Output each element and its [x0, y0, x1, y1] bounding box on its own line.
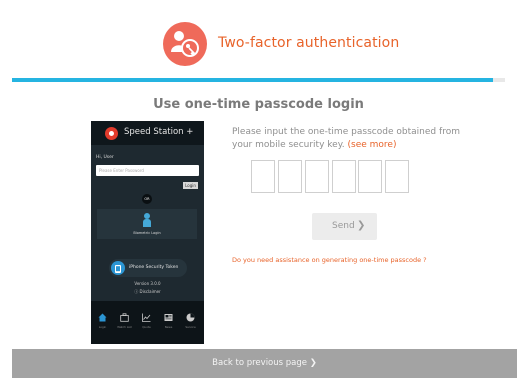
phone-tab-label: Watch List	[117, 325, 132, 329]
phone-disclaimer: ⓘ Disclaimer	[134, 289, 161, 294]
instruction-body: Please input the one-time passcode obtai…	[232, 127, 460, 150]
phone-tab-label: News	[164, 325, 173, 329]
phone-tab-label: Quote	[142, 325, 151, 329]
person-icon	[143, 213, 151, 227]
phone-app-header: Speed Station +	[91, 121, 204, 145]
instruction-text: Please input the one-time passcode obtai…	[232, 126, 460, 152]
passcode-digit-input[interactable]	[278, 160, 302, 193]
phone-tab: News	[158, 301, 179, 344]
user-key-icon	[163, 22, 207, 66]
progress-fill	[12, 78, 493, 82]
phone-tab-label: Login	[98, 325, 107, 329]
send-button[interactable]: Send ❯	[312, 213, 377, 240]
phone-tab: Login	[92, 301, 113, 344]
chevron-right-icon: ❯	[309, 358, 317, 368]
briefcase-icon	[120, 307, 129, 322]
passcode-digit-input[interactable]	[385, 160, 409, 193]
phone-app-name: Speed Station +	[124, 127, 194, 137]
header: Two-factor authentication	[0, 0, 517, 82]
assistance-link[interactable]: Do you need assistance on generating one…	[232, 256, 427, 264]
phone-tab-label: Service	[185, 325, 196, 329]
passcode-digit-input[interactable]	[358, 160, 382, 193]
phone-token-label: iPhone Security Token	[129, 265, 179, 270]
back-link[interactable]: Back to previous page ❯	[12, 358, 517, 368]
phone-login-button: Login	[183, 182, 198, 189]
phone-mockup: Speed Station + Hi, User Please Enter Pa…	[91, 121, 204, 344]
passcode-digit-input[interactable]	[305, 160, 329, 193]
pie-icon	[186, 307, 195, 322]
home-icon	[98, 307, 107, 322]
progress-bar	[12, 78, 505, 82]
footer: Back to previous page ❯	[12, 349, 517, 378]
phone-biometric-label: Biometric Login	[133, 231, 161, 235]
token-icon	[111, 261, 125, 275]
chevron-right-icon: ❯	[357, 220, 366, 231]
header-title: Two-factor authentication	[218, 35, 400, 51]
phone-tab: Service	[180, 301, 201, 344]
phone-or-badge: OR	[142, 194, 152, 204]
phone-greeting: Hi, User	[96, 155, 114, 160]
back-label: Back to previous page	[212, 358, 308, 368]
phone-tabbar: Login Watch List Quote News Service	[91, 301, 204, 344]
phone-password-field: Please Enter Password	[96, 165, 199, 176]
phone-tab: Watch List	[114, 301, 135, 344]
passcode-digit-input[interactable]	[251, 160, 275, 193]
phone-token-button: iPhone Security Token	[109, 259, 187, 277]
chart-icon	[142, 307, 151, 322]
phone-biometric-panel: Biometric Login	[97, 209, 197, 239]
see-more-link[interactable]: (see more)	[348, 140, 397, 150]
app-logo-icon	[105, 127, 118, 140]
page-title: Use one-time passcode login	[153, 97, 364, 112]
phone-version: Version 3.0.0	[134, 281, 161, 286]
send-label: Send	[332, 221, 355, 231]
passcode-digit-input[interactable]	[332, 160, 356, 193]
news-icon	[164, 307, 173, 321]
phone-tab: Quote	[136, 301, 157, 344]
